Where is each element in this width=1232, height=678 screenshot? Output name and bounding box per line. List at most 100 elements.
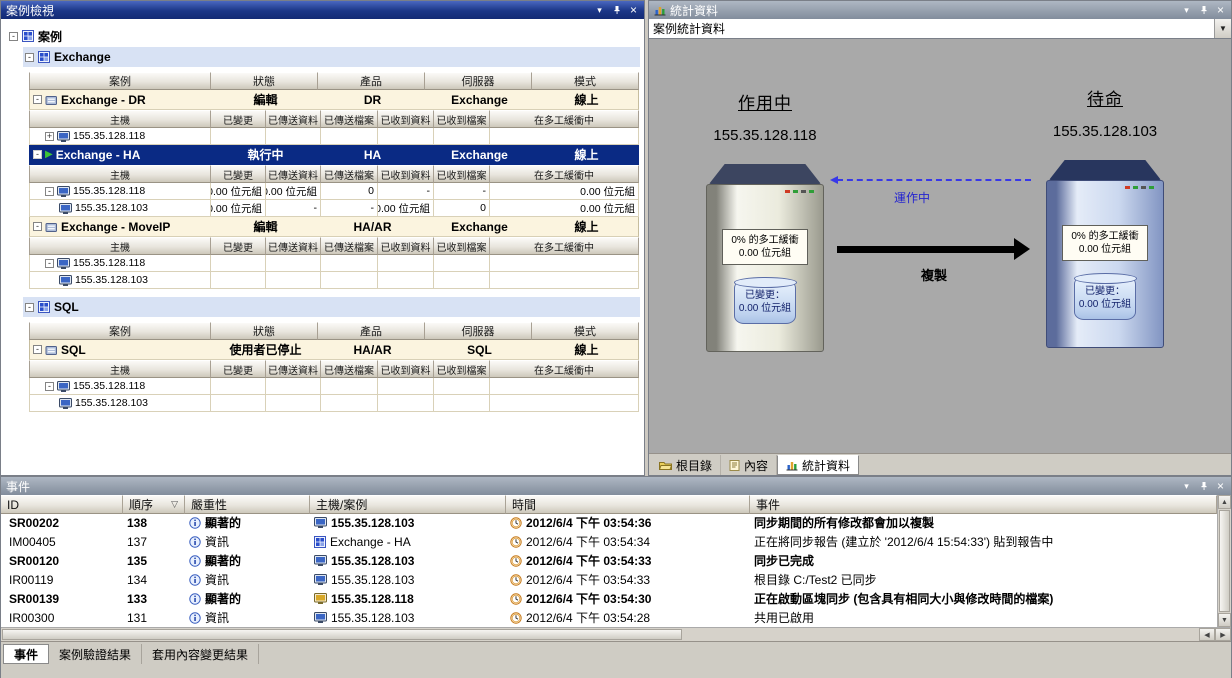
host-name: 155.35.128.118 bbox=[73, 380, 145, 392]
scenario-row-exchange-ha[interactable]: - ▶ Exchange - HA 執行中 HA Exchange 線上 bbox=[29, 145, 639, 165]
scenario-table-header: 案例 狀態 產品 伺服器 模式 bbox=[29, 322, 639, 340]
column-header-in-spool: 在多工緩衝中 bbox=[490, 110, 639, 128]
column-header-id[interactable]: ID bbox=[1, 495, 123, 514]
column-header-sent-data: 已傳送資料 bbox=[266, 165, 321, 183]
scenario-row-exchange-dr[interactable]: - Exchange - DR 編輯 DR Exchange 線上 bbox=[29, 90, 639, 110]
expand-icon[interactable]: + bbox=[45, 132, 54, 141]
collapse-icon[interactable]: - bbox=[25, 53, 34, 62]
server-leds-icon bbox=[1125, 186, 1154, 189]
statistics-panel-titlebar[interactable]: 統計資料 ▾ × bbox=[649, 1, 1231, 19]
column-header-host-scenario[interactable]: 主機/案例 bbox=[310, 495, 506, 514]
clock-icon bbox=[510, 593, 522, 605]
vertical-scrollbar[interactable]: ▲ ▼ bbox=[1217, 495, 1231, 627]
collapse-icon[interactable]: - bbox=[45, 187, 54, 196]
pin-icon[interactable] bbox=[609, 3, 624, 17]
application-window: 案例檢視 ▾ × - 案例 - Exchange 案例 狀態 bbox=[0, 0, 1232, 678]
host-row[interactable]: -155.35.128.118 0.00 位元組 0.00 位元組 0 - - … bbox=[29, 183, 639, 200]
event-row[interactable]: IR00300 131 資訊 155.35.128.103 2012/6/4 下… bbox=[1, 608, 1217, 627]
event-row[interactable]: IM00405 137 資訊 Exchange - HA 2012/6/4 下午… bbox=[1, 532, 1217, 551]
event-severity: 資訊 bbox=[205, 609, 229, 626]
scrollbar-thumb[interactable] bbox=[1219, 510, 1230, 612]
host-row[interactable]: +155.35.128.118 bbox=[29, 128, 639, 145]
host-value-cell bbox=[211, 395, 266, 412]
host-row[interactable]: 155.35.128.103 bbox=[29, 395, 639, 412]
collapse-icon[interactable]: - bbox=[33, 95, 42, 104]
event-row[interactable]: SR00139 133 顯著的 155.35.128.118 2012/6/4 … bbox=[1, 589, 1217, 608]
scenario-row-exchange-moveip[interactable]: - Exchange - MoveIP 編輯 HA/AR Exchange 線上 bbox=[29, 217, 639, 237]
scroll-down-icon[interactable]: ▼ bbox=[1218, 613, 1231, 627]
host-value-cell: 0 bbox=[321, 183, 378, 200]
host-table-header: 主機 已變更 已傳送資料 已傳送檔案 已收到資料 已收到檔案 在多工緩衝中 bbox=[29, 360, 639, 378]
event-row[interactable]: IR00119 134 資訊 155.35.128.103 2012/6/4 下… bbox=[1, 570, 1217, 589]
changed-label: 已變更： bbox=[1075, 285, 1135, 298]
scrollbar-track[interactable] bbox=[683, 628, 1199, 641]
close-icon[interactable]: × bbox=[1213, 3, 1228, 17]
standby-server-icon: 0% 的多工緩衝 0.00 位元組 已變更： 0.00 位元組 bbox=[1046, 160, 1164, 348]
events-panel: 事件 ▾ × ID 順序▽ 嚴重性 主機/案例 時間 事件 SR00202 13… bbox=[0, 476, 1232, 678]
event-row[interactable]: SR00202 138 顯著的 155.35.128.103 2012/6/4 … bbox=[1, 513, 1217, 532]
panel-menu-icon[interactable]: ▾ bbox=[1179, 3, 1194, 17]
host-value-cell: 0.00 位元組 bbox=[211, 200, 266, 217]
scroll-left-icon[interactable]: ◀ bbox=[1199, 628, 1215, 641]
tab-scenario-validation-results[interactable]: 案例驗證結果 bbox=[49, 644, 142, 664]
properties-icon bbox=[729, 460, 740, 471]
tab-root-directories[interactable]: 根目錄 bbox=[651, 455, 721, 475]
host-name: 155.35.128.103 bbox=[75, 397, 148, 409]
column-header-state: 狀態 bbox=[211, 72, 318, 90]
tree-root-scenarios[interactable]: - 案例 bbox=[1, 25, 644, 47]
collapse-icon[interactable]: - bbox=[9, 32, 18, 41]
host-value-cell: 0.00 位元組 bbox=[378, 200, 434, 217]
collapse-icon[interactable]: - bbox=[25, 303, 34, 312]
horizontal-scrollbar[interactable]: ◀ ▶ bbox=[1, 627, 1231, 641]
running-icon: ▶ bbox=[45, 150, 53, 160]
close-icon[interactable]: × bbox=[626, 3, 641, 17]
scenario-panel-titlebar[interactable]: 案例檢視 ▾ × bbox=[1, 1, 644, 19]
panel-menu-icon[interactable]: ▾ bbox=[592, 3, 607, 17]
tree-group-sql[interactable]: - SQL bbox=[23, 297, 640, 317]
event-host: 155.35.128.103 bbox=[331, 516, 414, 530]
column-header-sequence[interactable]: 順序▽ bbox=[123, 495, 185, 514]
tab-events[interactable]: 事件 bbox=[3, 644, 49, 664]
column-header-time[interactable]: 時間 bbox=[506, 495, 750, 514]
host-row[interactable]: -155.35.128.118 bbox=[29, 255, 639, 272]
scenario-mode: 線上 bbox=[533, 145, 640, 164]
tab-apply-property-changes-results[interactable]: 套用內容變更結果 bbox=[142, 644, 259, 664]
collapse-icon[interactable]: - bbox=[33, 150, 42, 159]
tab-statistics[interactable]: 統計資料 bbox=[777, 455, 859, 475]
combobox-dropdown-icon[interactable]: ▼ bbox=[1214, 19, 1231, 38]
host-table-header: 主機 已變更 已傳送資料 已傳送檔案 已收到資料 已收到檔案 在多工緩衝中 bbox=[29, 237, 639, 255]
scrollbar-thumb[interactable] bbox=[2, 629, 682, 640]
close-icon[interactable]: × bbox=[1213, 479, 1228, 493]
scenario-row-sql[interactable]: - SQL 使用者已停止 HA/AR SQL 線上 bbox=[29, 340, 639, 360]
event-message: 同步期間的所有修改都會加以複製 bbox=[750, 513, 1217, 532]
panel-menu-icon[interactable]: ▾ bbox=[1179, 479, 1194, 493]
event-id: IR00300 bbox=[1, 608, 123, 627]
changed-label: 已變更： bbox=[735, 289, 795, 302]
collapse-icon[interactable]: - bbox=[45, 382, 54, 391]
column-header-event[interactable]: 事件 bbox=[750, 495, 1217, 514]
pin-icon[interactable] bbox=[1196, 479, 1211, 493]
column-header-server: 伺服器 bbox=[425, 322, 532, 340]
collapse-icon[interactable]: - bbox=[33, 222, 42, 231]
scenario-icon bbox=[45, 344, 58, 356]
host-row[interactable]: - 155.35.128.118 bbox=[29, 378, 639, 395]
host-value-cell bbox=[434, 272, 490, 289]
events-panel-titlebar[interactable]: 事件 ▾ × bbox=[1, 477, 1231, 495]
scroll-up-icon[interactable]: ▲ bbox=[1218, 495, 1231, 509]
statistics-type-combobox[interactable]: 案例統計資料 ▼ bbox=[649, 19, 1231, 39]
column-header-sent-data: 已傳送資料 bbox=[266, 110, 321, 128]
host-row[interactable]: 155.35.128.103 bbox=[29, 272, 639, 289]
collapse-icon[interactable]: - bbox=[45, 259, 54, 268]
column-header-host: 主機 bbox=[29, 165, 211, 183]
event-sequence: 134 bbox=[123, 570, 185, 589]
event-row[interactable]: SR00120 135 顯著的 155.35.128.103 2012/6/4 … bbox=[1, 551, 1217, 570]
column-header-severity[interactable]: 嚴重性 bbox=[185, 495, 310, 514]
working-arrow bbox=[837, 179, 1031, 181]
tab-properties[interactable]: 內容 bbox=[721, 455, 777, 475]
host-row[interactable]: 155.35.128.103 0.00 位元組 - - 0.00 位元組 0 0… bbox=[29, 200, 639, 217]
scroll-right-icon[interactable]: ▶ bbox=[1215, 628, 1231, 641]
tree-group-exchange[interactable]: - Exchange bbox=[23, 47, 640, 67]
collapse-icon[interactable]: - bbox=[33, 345, 42, 354]
active-ip-label: 155.35.128.118 bbox=[675, 127, 855, 144]
pin-icon[interactable] bbox=[1196, 3, 1211, 17]
